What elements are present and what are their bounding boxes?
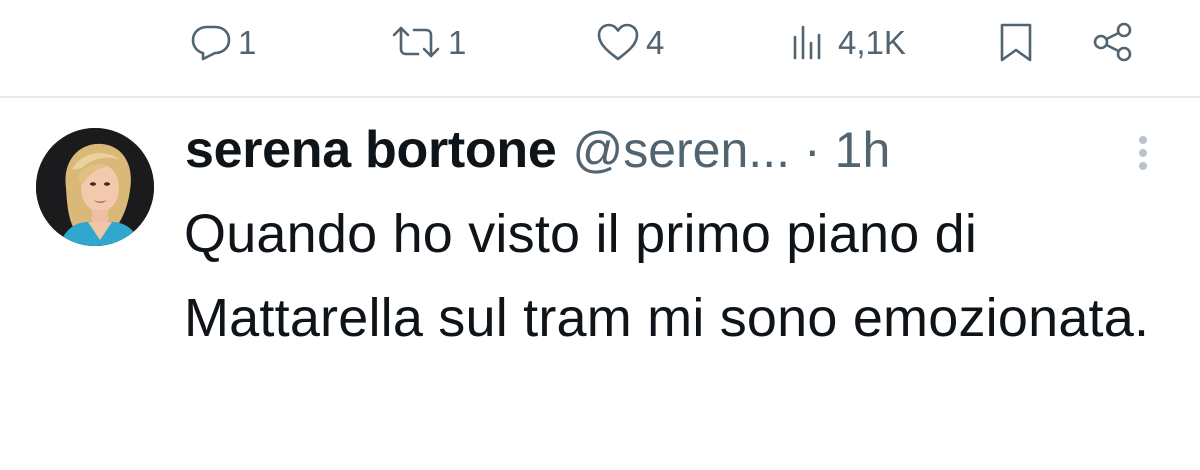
reply-icon: [188, 19, 234, 65]
tweet-time[interactable]: 1h: [835, 121, 891, 179]
reply-button[interactable]: 1: [188, 18, 256, 66]
retweet-icon: [388, 19, 444, 65]
bookmark-button[interactable]: [996, 18, 1036, 66]
heart-icon: [594, 19, 642, 65]
tweet[interactable]: serena bortone @seren... · 1h Quando ho …: [0, 98, 1200, 470]
tweet-action-bar: 1 1 4 4,1K: [0, 0, 1200, 96]
user-handle[interactable]: @seren...: [572, 121, 790, 179]
views-icon: [788, 19, 834, 65]
retweet-count: 1: [448, 23, 467, 61]
reply-count: 1: [238, 23, 257, 61]
tweet-text: Quando ho visto il primo piano di Mattar…: [184, 204, 1150, 348]
tweet-header: serena bortone @seren... · 1h: [185, 120, 890, 180]
avatar[interactable]: [36, 128, 154, 246]
share-icon: [1090, 19, 1136, 65]
like-count: 4: [646, 23, 665, 61]
views-button[interactable]: 4,1K: [788, 18, 906, 66]
display-name[interactable]: serena bortone: [185, 120, 557, 180]
views-count: 4,1K: [838, 23, 906, 61]
share-button[interactable]: [1090, 18, 1136, 66]
more-options-icon[interactable]: [1126, 128, 1160, 178]
header-separator: ·: [803, 122, 821, 178]
bookmark-icon: [996, 19, 1036, 65]
retweet-button[interactable]: 1: [388, 18, 466, 66]
like-button[interactable]: 4: [594, 18, 664, 66]
